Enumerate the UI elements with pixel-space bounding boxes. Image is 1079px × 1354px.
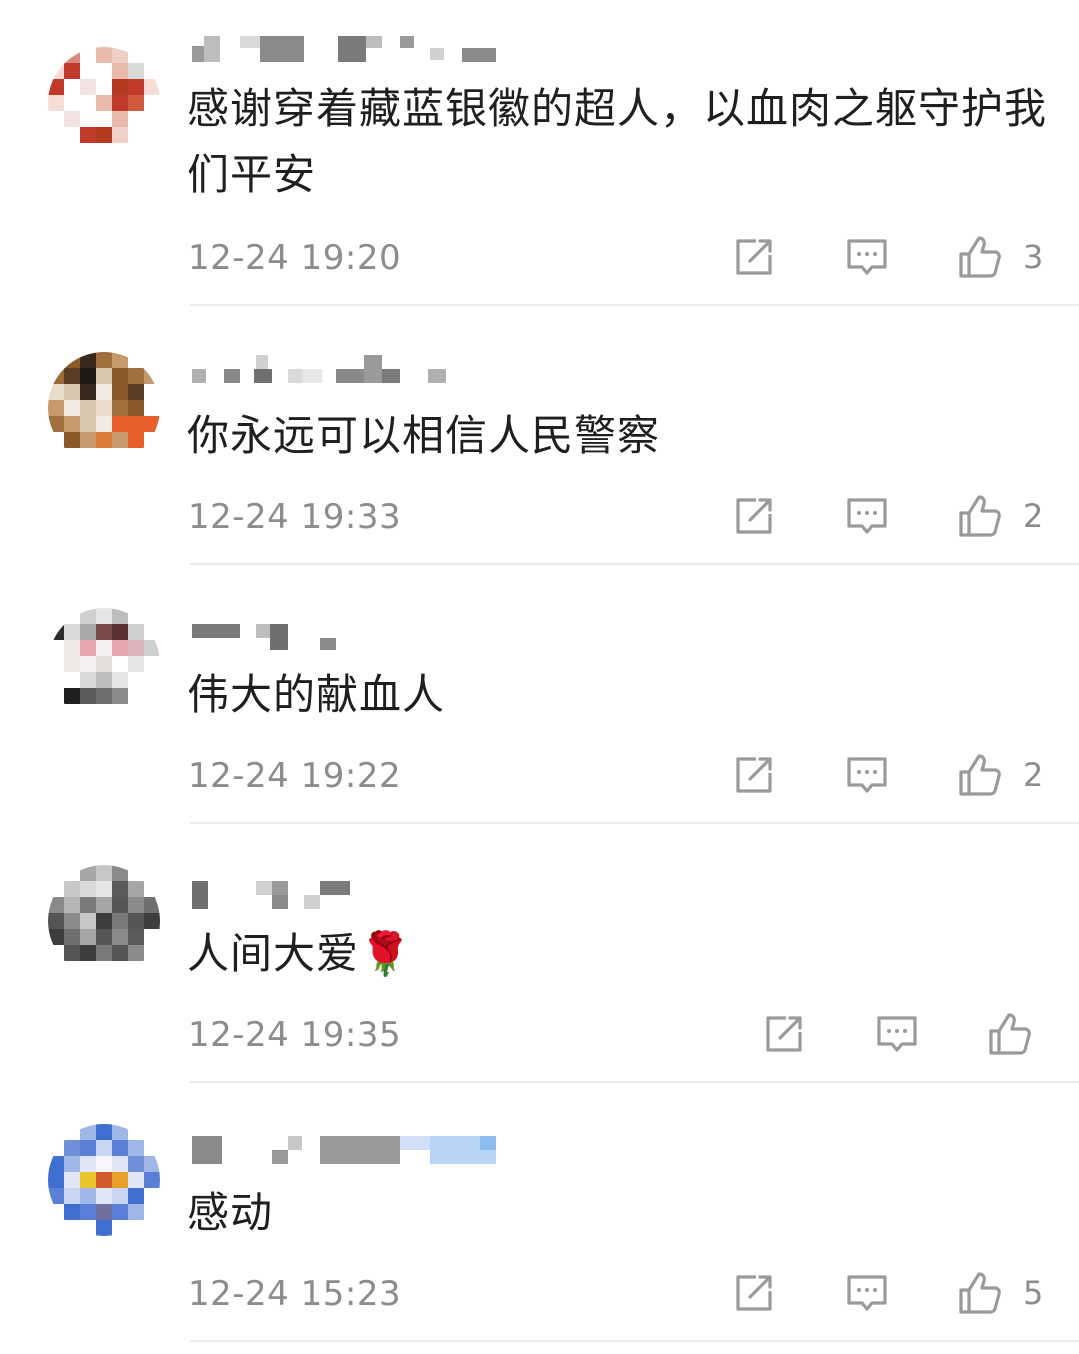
- thumbs-up-icon: [959, 1272, 1001, 1314]
- share-button[interactable]: [762, 1009, 806, 1059]
- comment-text: 伟大的献血人: [187, 670, 446, 719]
- comment-text: 感动: [187, 1188, 274, 1237]
- share-icon: [736, 1275, 772, 1311]
- divider: [190, 822, 1079, 824]
- avatar[interactable]: [48, 47, 160, 159]
- divider: [190, 563, 1079, 565]
- share-button[interactable]: [732, 232, 776, 282]
- comment-list: 感谢穿着藏蓝银徽的超人，以血肉之躯守护我们平安 12-24 19:20 3 你永…: [0, 0, 1079, 1354]
- comment-text: 人间大爱🌹: [187, 929, 413, 978]
- reply-button[interactable]: [846, 750, 888, 800]
- divider: [190, 304, 1079, 306]
- reply-button[interactable]: [846, 232, 888, 282]
- username-blurred[interactable]: [190, 32, 510, 64]
- like-button[interactable]: 2: [957, 750, 1043, 800]
- like-count: 2: [1023, 497, 1044, 535]
- comment-icon: [847, 1275, 887, 1311]
- comment-text: 你永远可以相信人民警察: [187, 411, 661, 460]
- avatar[interactable]: [48, 352, 160, 464]
- share-button[interactable]: [732, 491, 776, 541]
- like-count: 3: [1023, 238, 1044, 276]
- comment-actions: 2: [0, 750, 1079, 800]
- comment-item: 你永远可以相信人民警察 12-24 19:33 2: [0, 307, 1079, 566]
- share-button[interactable]: [732, 750, 776, 800]
- username-blurred[interactable]: [190, 353, 510, 385]
- comment-icon: [877, 1016, 917, 1052]
- share-icon: [736, 498, 772, 534]
- thumbs-up-icon: [989, 1013, 1031, 1055]
- reply-button[interactable]: [846, 491, 888, 541]
- comment-actions: 5: [0, 1268, 1079, 1318]
- divider: [190, 1081, 1079, 1083]
- comment-actions: 2: [0, 491, 1079, 541]
- thumbs-up-icon: [959, 495, 1001, 537]
- reply-button[interactable]: [876, 1009, 918, 1059]
- reply-button[interactable]: [846, 1268, 888, 1318]
- like-button[interactable]: 2: [957, 491, 1043, 541]
- comment-actions: 3: [0, 232, 1079, 282]
- avatar[interactable]: [48, 608, 160, 720]
- comment-icon: [847, 757, 887, 793]
- like-button[interactable]: [987, 1009, 1033, 1059]
- comment-item: 人间大爱🌹 12-24 19:35: [0, 825, 1079, 1084]
- like-count: 2: [1023, 756, 1044, 794]
- divider: [190, 1340, 1079, 1342]
- thumbs-up-icon: [959, 236, 1001, 278]
- comment-item: 感谢穿着藏蓝银徽的超人，以血肉之躯守护我们平安 12-24 19:20 3: [0, 0, 1079, 306]
- username-blurred[interactable]: [190, 618, 510, 650]
- comment-icon: [847, 239, 887, 275]
- like-button[interactable]: 3: [957, 232, 1043, 282]
- avatar[interactable]: [48, 1124, 160, 1236]
- username-blurred[interactable]: [190, 877, 510, 909]
- username-blurred[interactable]: [190, 1132, 510, 1164]
- comment-actions: [0, 1009, 1079, 1059]
- thumbs-up-icon: [959, 754, 1001, 796]
- like-button[interactable]: 5: [957, 1268, 1043, 1318]
- comment-item: 伟大的献血人 12-24 19:22 2: [0, 566, 1079, 825]
- share-icon: [766, 1016, 802, 1052]
- like-count: 5: [1023, 1274, 1044, 1312]
- avatar[interactable]: [48, 865, 160, 977]
- share-button[interactable]: [732, 1268, 776, 1318]
- comment-icon: [847, 498, 887, 534]
- comment-text: 感谢穿着藏蓝银徽的超人，以血肉之躯守护我们平安: [187, 84, 1048, 199]
- share-icon: [736, 239, 772, 275]
- share-icon: [736, 757, 772, 793]
- comment-item: 感动 12-24 15:23 5: [0, 1084, 1079, 1343]
